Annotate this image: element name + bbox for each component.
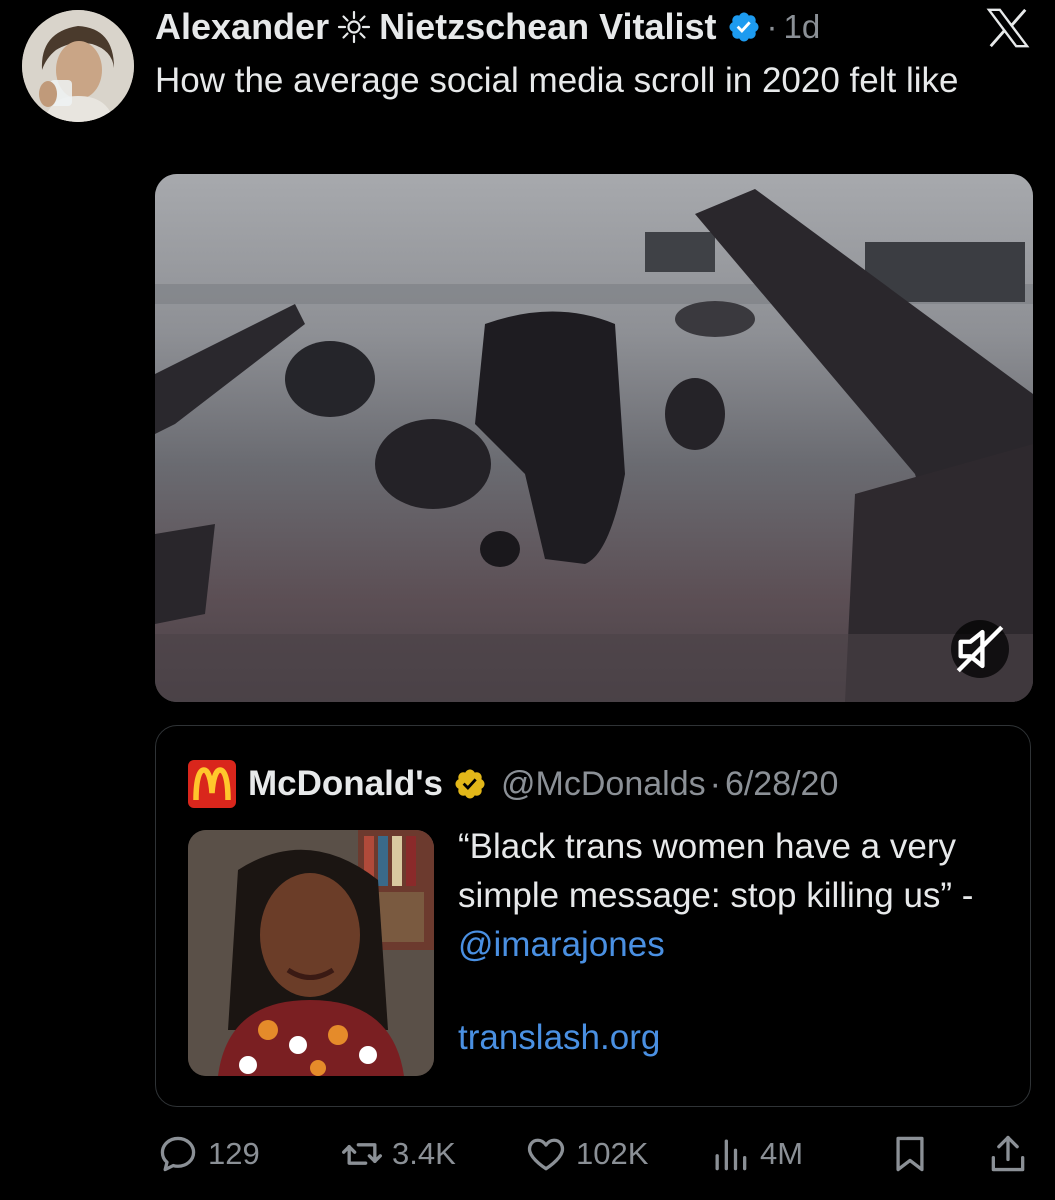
x-logo-icon[interactable]: [986, 8, 1030, 48]
author-name-suffix[interactable]: Nietzschean Vitalist: [379, 6, 716, 48]
mcdonalds-logo-icon[interactable]: [188, 760, 236, 808]
like-button[interactable]: 102K: [524, 1124, 648, 1184]
bookmark-icon: [896, 1136, 924, 1172]
quoted-thumbnail[interactable]: [188, 830, 434, 1076]
reply-icon: [160, 1136, 196, 1172]
views-button[interactable]: 4M: [708, 1124, 803, 1184]
author-avatar[interactable]: [22, 10, 134, 122]
verified-badge-icon: [729, 12, 759, 42]
mute-icon: [956, 625, 1004, 673]
quoted-text-body: “Black trans women have a very simple me…: [458, 827, 974, 915]
reply-button[interactable]: 129: [156, 1124, 260, 1184]
tweet-text: How the average social media scroll in 2…: [155, 61, 959, 100]
share-icon: [991, 1135, 1025, 1172]
tweet-header: Alexander Nietzschean Vitalist · 1d: [155, 2, 820, 52]
tweet-video[interactable]: [155, 174, 1033, 702]
gold-verified-badge-icon: [455, 769, 485, 799]
heart-icon: [527, 1138, 565, 1171]
repost-button[interactable]: 3.4K: [340, 1124, 456, 1184]
sun-emoji-icon: [337, 10, 371, 44]
share-button[interactable]: [986, 1124, 1038, 1184]
mute-button[interactable]: [951, 620, 1009, 678]
quoted-date[interactable]: 6/28/20: [725, 765, 838, 804]
repost-count: 3.4K: [392, 1136, 456, 1171]
reply-count: 129: [208, 1136, 260, 1171]
quoted-author-name[interactable]: McDonald's: [248, 764, 443, 804]
views-icon: [715, 1139, 747, 1171]
external-link[interactable]: translash.org: [458, 1018, 660, 1058]
quoted-text: “Black trans women have a very simple me…: [458, 822, 978, 969]
like-count: 102K: [576, 1136, 649, 1171]
mention-link[interactable]: @imarajones: [458, 925, 665, 964]
quoted-tweet[interactable]: McDonald's @McDonalds · 6/28/20 “Black t…: [155, 725, 1031, 1107]
action-bar: 129 3.4K 102K 4M: [0, 1124, 1055, 1184]
views-count: 4M: [760, 1136, 804, 1171]
separator-dot: ·: [766, 8, 778, 45]
quoted-tweet-header: McDonald's @McDonalds · 6/28/20: [188, 756, 838, 812]
quoted-author-handle[interactable]: @McDonalds: [501, 765, 706, 804]
tweet-time[interactable]: 1d: [784, 8, 821, 46]
bookmark-button[interactable]: [888, 1124, 940, 1184]
repost-icon: [342, 1143, 382, 1165]
author-name[interactable]: Alexander: [155, 6, 329, 48]
quoted-separator-dot: ·: [709, 764, 721, 803]
